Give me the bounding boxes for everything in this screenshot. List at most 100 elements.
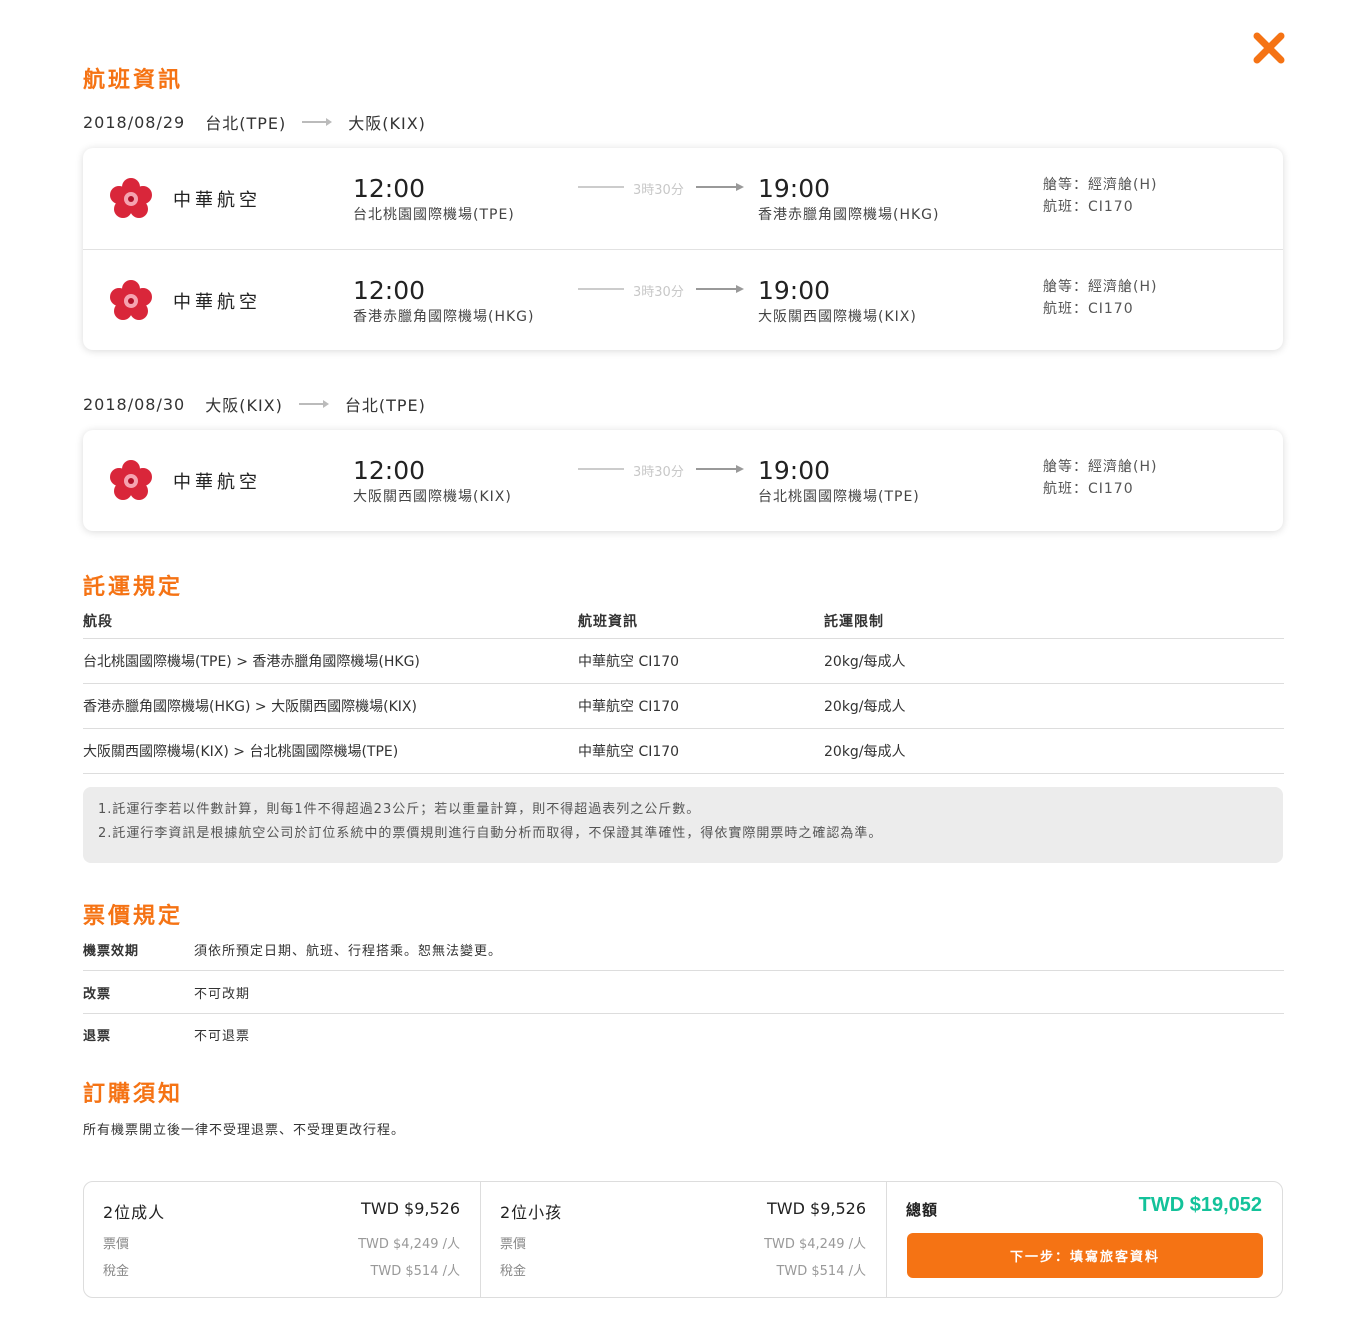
column-header-flight: 航班資訊 [578,608,824,639]
next-step-button[interactable]: 下一步：填寫旅客資料 [907,1233,1263,1278]
tax-value: TWD $514 /人 [370,1264,460,1279]
divider [83,1013,1284,1014]
flight-info: 艙等：經濟艙(H) 航班：CI170 [1043,174,1157,218]
flight-duration: 3時30分 [633,465,684,480]
journey-header: 2018/08/30 大阪(KIX) 台北(TPE) [83,392,426,416]
duration-line [578,186,624,188]
flight-info: 艙等：經濟艙(H) 航班：CI170 [1043,456,1157,500]
tax-label: 稅金 [103,1264,130,1279]
allowance-cell: 20kg/每成人 [824,638,1284,684]
divider [83,970,1284,971]
total-amount: TWD $19,052 [1138,1194,1262,1216]
child-amount: TWD $9,526 [767,1199,866,1218]
plum-blossom-logo-icon [110,280,152,320]
column-header-segment: 航段 [83,608,578,639]
segment-cell: 台北桃園國際機場(TPE) > 香港赤臘角國際機場(HKG) [83,638,578,684]
fare-label: 票價 [500,1237,527,1252]
arrow-right-icon [696,285,744,293]
baggage-notes: 1.託運行李若以件數計算，則每1件不得超過23公斤；若以重量計算，則不得超過表列… [83,787,1283,863]
fare-label: 票價 [103,1237,130,1252]
tax-value: TWD $514 /人 [776,1264,866,1279]
fare-rule-value: 不可改期 [194,987,251,1002]
tax-label: 稅金 [500,1264,527,1279]
close-icon [1253,32,1285,64]
flight-duration: 3時30分 [633,285,684,300]
fare-rules-title: 票價規定 [83,904,184,929]
arrow-right-icon [696,183,744,191]
departure-time: 12:00 [353,456,426,485]
duration-line [578,288,624,290]
fare-rule-key: 機票效期 [83,944,140,959]
fare-value: TWD $4,249 /人 [764,1237,866,1252]
arrival-time: 19:00 [758,174,831,203]
arrow-right-icon [696,465,744,473]
cabin-class: 艙等：經濟艙(H) [1043,459,1158,475]
fare-rule-value: 不可退票 [194,1029,251,1044]
fare-rule-key: 退票 [83,1029,112,1044]
flight-cell: 中華航空 CI170 [578,728,824,774]
table-row: 台北桃園國際機場(TPE) > 香港赤臘角國際機場(HKG) 中華航空 CI17… [83,638,1284,684]
departure-airport: 台北桃園國際機場(TPE) [353,207,515,223]
table-header-row: 航段 航班資訊 託運限制 [83,608,1284,639]
flight-segment: 中華航空 12:00 香港赤臘角國際機場(HKG) 3時30分 19:00 大阪… [83,249,1283,350]
child-count: 2位小孩 [500,1203,563,1222]
journey-date: 2018/08/30 [83,394,186,414]
departure-time: 12:00 [353,276,426,305]
child-price-column: 2位小孩 TWD $9,526 票價 TWD $4,249 /人 稅金 TWD … [481,1182,887,1297]
journey-destination: 台北(TPE) [344,396,426,415]
airline-name: 中華航空 [173,190,261,211]
segment-cell: 大阪關西國際機場(KIX) > 台北桃園國際機場(TPE) [83,728,578,774]
total-price-column: 總額 TWD $19,052 下一步：填寫旅客資料 [887,1182,1282,1297]
airline-name: 中華航空 [173,472,261,493]
arrival-time: 19:00 [758,276,831,305]
price-summary: 2位成人 TWD $9,526 票價 TWD $4,249 /人 稅金 TWD … [83,1181,1283,1298]
journey-origin: 台北(TPE) [205,114,287,133]
total-label: 總額 [906,1201,939,1219]
fare-value: TWD $4,249 /人 [358,1237,460,1252]
arrival-airport: 香港赤臘角國際機場(HKG) [758,207,940,223]
arrival-airport: 大阪關西國際機場(KIX) [758,309,917,325]
flight-segment: 中華航空 12:00 台北桃園國際機場(TPE) 3時30分 19:00 香港赤… [83,148,1283,249]
allowance-cell: 20kg/每成人 [824,683,1284,729]
flight-card: 中華航空 12:00 大阪關西國際機場(KIX) 3時30分 19:00 台北桃… [83,430,1283,531]
flight-duration: 3時30分 [633,183,684,198]
booking-notice-title: 訂購須知 [83,1082,184,1107]
baggage-note: 2.託運行李資訊是根據航空公司於訂位系統中的票價規則進行自動分析而取得，不保證其… [98,826,883,841]
arrival-time: 19:00 [758,456,831,485]
journey-destination: 大阪(KIX) [348,114,426,133]
flight-info-title: 航班資訊 [83,68,184,93]
baggage-table: 航段 航班資訊 託運限制 台北桃園國際機場(TPE) > 香港赤臘角國際機場(H… [83,608,1284,774]
departure-airport: 大阪關西國際機場(KIX) [353,489,512,505]
adult-count: 2位成人 [103,1203,166,1222]
flight-info: 艙等：經濟艙(H) 航班：CI170 [1043,276,1157,320]
flight-number: 航班：CI170 [1043,301,1134,317]
adult-price-column: 2位成人 TWD $9,526 票價 TWD $4,249 /人 稅金 TWD … [84,1182,481,1297]
arrow-right-icon [298,400,329,408]
allowance-cell: 20kg/每成人 [824,728,1284,774]
plum-blossom-logo-icon [110,460,152,500]
booking-notice-text: 所有機票開立後一律不受理退票、不受理更改行程。 [83,1123,406,1138]
cabin-class: 艙等：經濟艙(H) [1043,279,1158,295]
arrow-right-icon [302,118,333,126]
fare-rule-value: 須依所預定日期、航班、行程搭乘。恕無法變更。 [194,944,503,959]
adult-amount: TWD $9,526 [361,1199,460,1218]
journey-header: 2018/08/29 台北(TPE) 大阪(KIX) [83,110,426,134]
table-row: 香港赤臘角國際機場(HKG) > 大阪關西國際機場(KIX) 中華航空 CI17… [83,683,1284,729]
arrival-airport: 台北桃園國際機場(TPE) [758,489,920,505]
fare-rule-key: 改票 [83,987,112,1002]
flight-segment: 中華航空 12:00 大阪關西國際機場(KIX) 3時30分 19:00 台北桃… [83,430,1283,531]
flight-number: 航班：CI170 [1043,199,1134,215]
duration-line [578,468,624,470]
plum-blossom-logo-icon [110,178,152,218]
flight-cell: 中華航空 CI170 [578,683,824,729]
segment-cell: 香港赤臘角國際機場(HKG) > 大阪關西國際機場(KIX) [83,683,578,729]
journey-date: 2018/08/29 [83,112,186,132]
flight-card: 中華航空 12:00 台北桃園國際機場(TPE) 3時30分 19:00 香港赤… [83,148,1283,350]
airline-name: 中華航空 [173,292,261,313]
close-button[interactable] [1252,31,1286,65]
column-header-allowance: 託運限制 [824,608,1284,639]
flight-number: 航班：CI170 [1043,481,1134,497]
cabin-class: 艙等：經濟艙(H) [1043,177,1158,193]
baggage-title: 託運規定 [83,575,184,600]
table-row: 大阪關西國際機場(KIX) > 台北桃園國際機場(TPE) 中華航空 CI170… [83,728,1284,774]
